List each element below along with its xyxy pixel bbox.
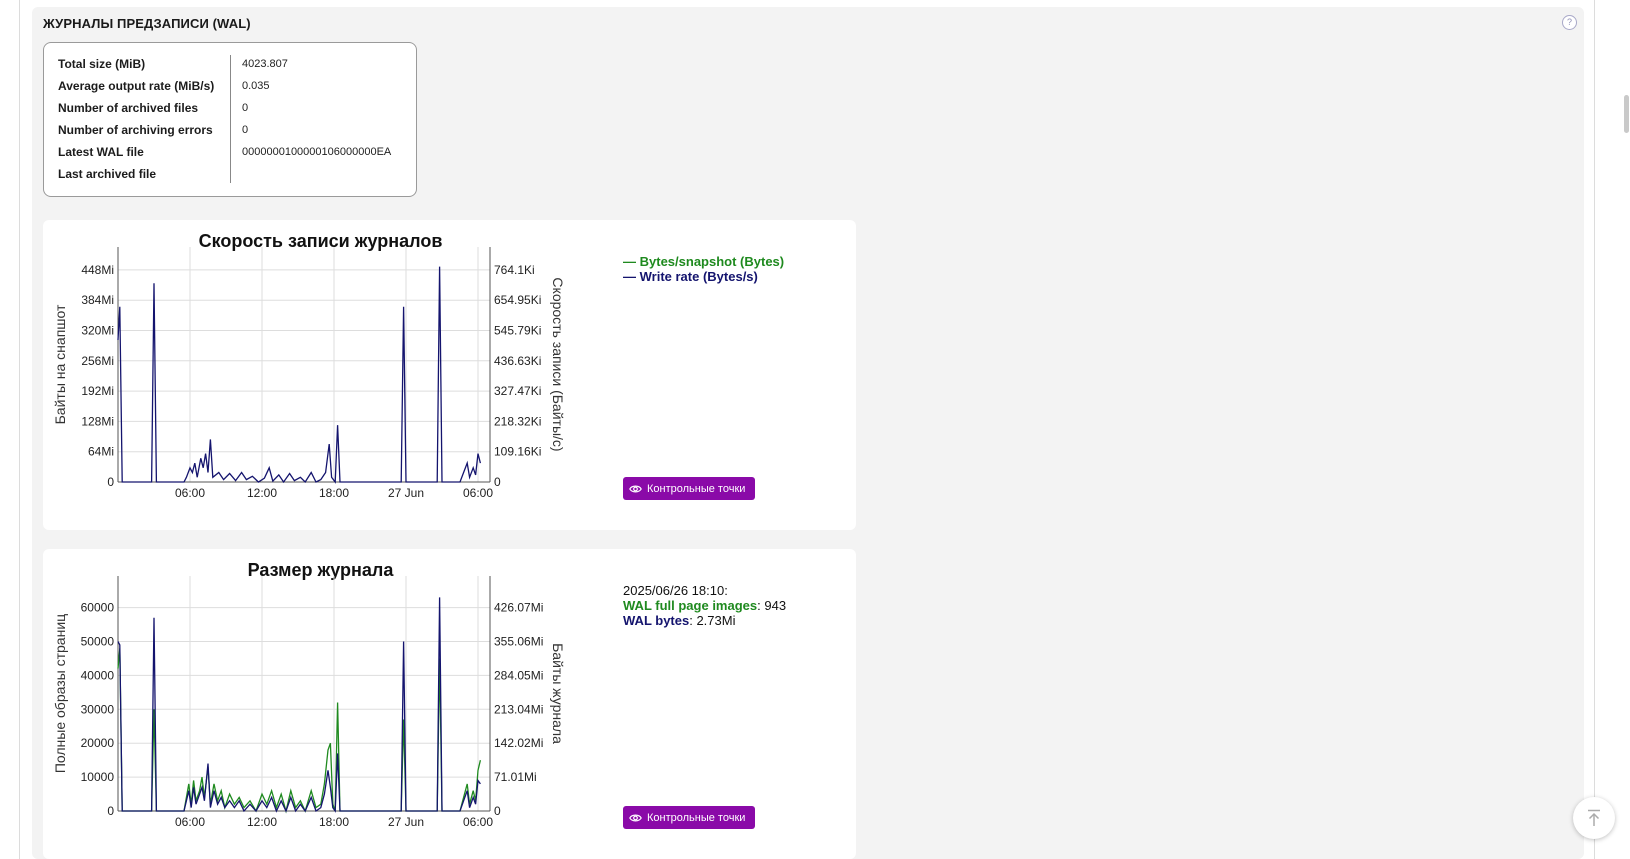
- chart-tooltip: 2025/06/26 18:10: WAL full page images: …: [623, 583, 787, 628]
- info-label: Number of archiving errors: [58, 123, 213, 137]
- y2-tick-label: 213.04Mi: [494, 702, 543, 716]
- x-tick-label: 06:00: [463, 815, 493, 829]
- y-tick-label: 0: [107, 804, 114, 818]
- x-tick-label: 27 Jun: [388, 486, 424, 500]
- info-value: 4023.807: [242, 58, 288, 70]
- y2-tick-label: 654.95Ki: [494, 293, 541, 307]
- y2-tick-label: 284.05Mi: [494, 668, 543, 682]
- info-value: 0: [242, 124, 249, 136]
- y-tick-label: 30000: [81, 702, 115, 716]
- x-tick-label: 12:00: [247, 815, 277, 829]
- y-tick-label: 0: [107, 475, 114, 489]
- checkpoints-button-label: Контрольные точки: [647, 482, 746, 495]
- info-value: 0.035: [242, 80, 270, 92]
- y-tick-label: 64Mi: [88, 445, 114, 459]
- checkpoints-button[interactable]: Контрольные точки: [623, 806, 756, 829]
- eye-icon: [629, 814, 642, 821]
- y-axis-title: Байты на снапшот: [52, 304, 68, 424]
- x-tick-label: 06:00: [175, 486, 205, 500]
- y-tick-label: 448Mi: [81, 263, 114, 277]
- y2-axis-title: Скорость записи (Байты/с): [550, 277, 566, 451]
- x-tick-label: 27 Jun: [388, 815, 424, 829]
- info-label: Total size (MiB): [58, 57, 146, 71]
- x-tick-label: 18:00: [319, 486, 349, 500]
- info-row: Latest WAL file 0000000100000106000000EA: [58, 145, 408, 167]
- y-axis-title: Полные образы страниц: [52, 614, 68, 773]
- y2-tick-label: 0: [494, 804, 501, 818]
- series-line-1: [117, 597, 481, 813]
- y2-tick-label: 142.02Mi: [494, 736, 543, 750]
- wal-write-rate-chart-card: Скорость записи журналов 06:00 12:00 18:00…: [43, 220, 856, 530]
- scroll-to-top-button[interactable]: [1573, 797, 1615, 839]
- y-tick-label: 20000: [81, 736, 115, 750]
- info-label: Number of archived files: [58, 101, 199, 115]
- chart-legend: — Bytes/snapshot (Bytes) — Write rate (B…: [623, 254, 784, 284]
- y-tick-label: 192Mi: [81, 384, 114, 398]
- info-row: Number of archived files 0: [58, 101, 408, 123]
- y2-tick-label: 426.07Mi: [494, 601, 543, 615]
- question-circle-icon[interactable]: ?: [1562, 15, 1577, 30]
- x-tick-label: 12:00: [247, 486, 277, 500]
- y2-tick-label: 71.01Mi: [494, 770, 537, 784]
- y2-tick-label: 764.1Ki: [494, 263, 535, 277]
- section-title: ЖУРНАЛЫ ПРЕДЗАПИСИ (WAL): [43, 16, 251, 31]
- y2-tick-label: 436.63Ki: [494, 354, 541, 368]
- y2-tick-label: 109.16Ki: [494, 445, 541, 459]
- series-line-1: [117, 266, 482, 484]
- tooltip-val-fpi: 943: [764, 598, 787, 613]
- y-tick-label: 384Mi: [81, 293, 114, 307]
- tooltip-val-bytes: 2.73Mi: [696, 613, 736, 628]
- y-tick-label: 10000: [81, 770, 115, 784]
- tooltip-time: 2025/06/26 18:10:: [623, 583, 728, 598]
- wal-info-table: Total size (MiB) 4023.807 Average output…: [43, 42, 417, 197]
- checkpoints-button-label: Контрольные точки: [647, 811, 746, 824]
- legend-item-write-rate[interactable]: — Write rate (Bytes/s): [623, 269, 784, 284]
- info-row: Total size (MiB) 4023.807: [58, 57, 408, 79]
- tooltip-key-bytes: WAL bytes: [623, 613, 690, 628]
- y-tick-label: 60000: [81, 601, 115, 615]
- x-tick-label: 06:00: [463, 486, 493, 500]
- y2-tick-label: 327.47Ki: [494, 384, 541, 398]
- arrow-up-icon: [1588, 809, 1600, 826]
- y-tick-label: 128Mi: [81, 414, 114, 428]
- y2-tick-label: 0: [494, 475, 501, 489]
- info-value: 0000000100000106000000EA: [242, 146, 392, 158]
- info-label: Average output rate (MiB/s): [58, 79, 215, 93]
- y-tick-label: 50000: [81, 635, 115, 649]
- info-label: Latest WAL file: [58, 145, 144, 159]
- wal-size-chart-card: Размер журнала 06:00 12:00 18:00 27 Jun 06:0…: [43, 549, 856, 859]
- y2-axis-title: Байты журнала: [550, 643, 566, 744]
- y-tick-label: 320Mi: [81, 324, 114, 338]
- y2-tick-label: 355.06Mi: [494, 635, 543, 649]
- checkpoints-button[interactable]: Контрольные точки: [623, 477, 756, 500]
- x-tick-label: 18:00: [319, 815, 349, 829]
- series-line-0: [117, 648, 482, 814]
- tooltip-key-fpi: WAL full page images: [623, 598, 758, 613]
- y-tick-label: 40000: [81, 668, 115, 682]
- legend-item-bytes-snapshot[interactable]: — Bytes/snapshot (Bytes): [623, 254, 784, 269]
- info-row: Number of archiving errors 0: [58, 123, 408, 145]
- y2-tick-label: 545.79Ki: [494, 324, 541, 338]
- info-label: Last archived file: [58, 167, 157, 181]
- info-row: Average output rate (MiB/s) 0.035: [58, 79, 408, 101]
- y2-tick-label: 218.32Ki: [494, 414, 541, 428]
- page-left-border: [19, 0, 20, 859]
- x-tick-label: 06:00: [175, 815, 205, 829]
- info-value: 0: [242, 102, 249, 114]
- info-row: Last archived file: [58, 167, 408, 189]
- page-right-border: [1594, 0, 1595, 859]
- y-tick-label: 256Mi: [81, 354, 114, 368]
- eye-icon: [629, 485, 642, 492]
- scrollbar-thumb[interactable]: [1624, 95, 1629, 133]
